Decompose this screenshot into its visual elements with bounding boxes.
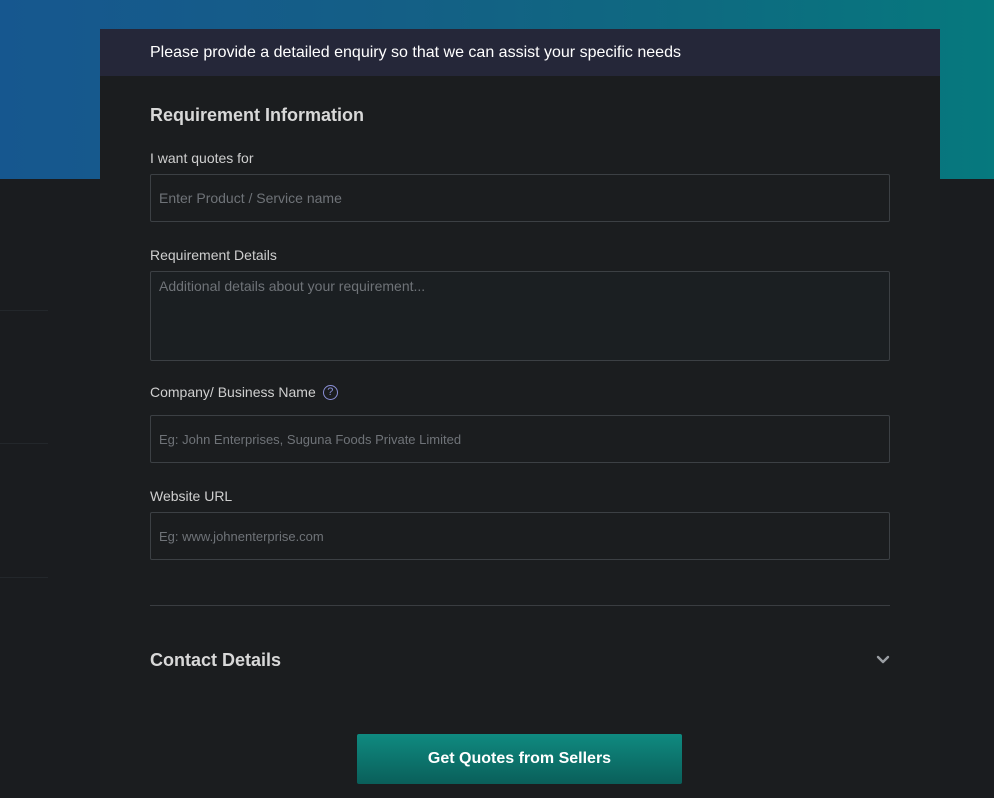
quotes-label: I want quotes for <box>150 150 254 166</box>
product-service-input[interactable] <box>150 174 890 222</box>
website-label: Website URL <box>150 488 232 504</box>
chevron-down-icon[interactable] <box>876 653 890 667</box>
background-line <box>0 443 48 444</box>
enquiry-card: Please provide a detailed enquiry so tha… <box>100 29 940 798</box>
get-quotes-button[interactable]: Get Quotes from Sellers <box>357 734 682 784</box>
background-line <box>0 577 48 578</box>
company-label: Company/ Business Name ? <box>150 384 338 400</box>
page: Please provide a detailed enquiry so tha… <box>0 0 994 798</box>
contact-details-toggle[interactable]: Contact Details <box>150 645 890 675</box>
contact-section-title: Contact Details <box>150 649 282 670</box>
requirement-details-textarea[interactable] <box>150 271 890 361</box>
header-text: Please provide a detailed enquiry so tha… <box>150 43 681 61</box>
website-label-text: Website URL <box>150 488 233 504</box>
section-divider <box>150 605 890 606</box>
requirement-details-label-text: Requirement Details <box>150 247 277 263</box>
help-icon[interactable]: ? <box>322 384 338 400</box>
background-line <box>0 310 48 311</box>
requirement-details-label: Requirement Details <box>150 247 277 263</box>
quotes-label-text: I want quotes for <box>150 150 254 166</box>
company-name-input[interactable] <box>150 415 890 463</box>
requirement-section-title: Requirement Information <box>150 105 365 125</box>
card-header: Please provide a detailed enquiry so tha… <box>100 29 940 76</box>
company-label-text: Company/ Business Name <box>150 384 316 400</box>
website-url-input[interactable] <box>150 512 890 560</box>
